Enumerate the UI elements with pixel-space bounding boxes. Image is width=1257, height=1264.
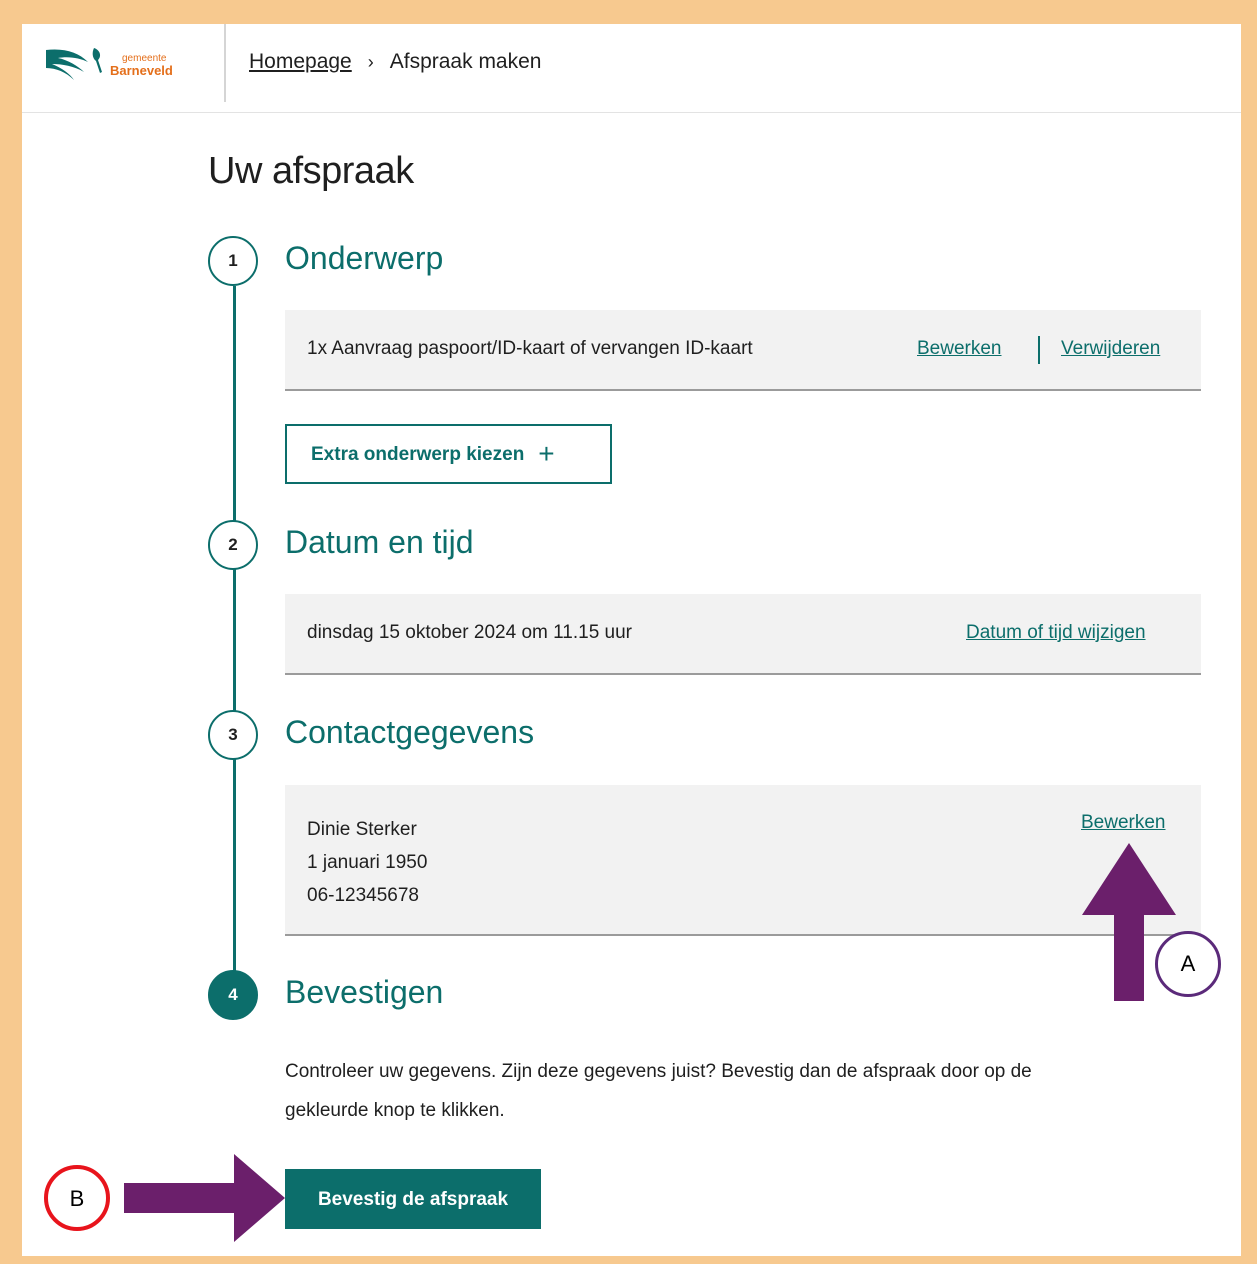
step-2-number: 2 (208, 520, 258, 570)
contact-birthdate: 1 januari 1950 (307, 852, 428, 873)
breadcrumb-home-link[interactable]: Homepage (249, 50, 352, 73)
breadcrumb: Homepage › Afspraak maken (249, 48, 541, 76)
step-3-number: 3 (208, 710, 258, 760)
extra-subject-label: Extra onderwerp kiezen (311, 444, 525, 465)
confirm-appointment-button[interactable]: Bevestig de afspraak (285, 1169, 541, 1229)
edit-subject-link[interactable]: Bewerken (917, 338, 1002, 360)
datetime-value: dinsdag 15 oktober 2024 om 11.15 uur (307, 622, 632, 643)
edit-contact-link[interactable]: Bewerken (1081, 812, 1166, 834)
page-title: Uw afspraak (208, 150, 414, 192)
contact-name: Dinie Sterker (307, 819, 417, 840)
plus-icon: + (538, 438, 555, 469)
annotation-marker-b: B (44, 1165, 110, 1231)
subject-summary-box: 1x Aanvraag paspoort/ID-kaart of vervang… (285, 310, 1201, 391)
contact-details: Dinie Sterker 1 januari 1950 06-12345678 (307, 813, 427, 912)
step-2-heading: Datum en tijd (285, 524, 474, 560)
site-header: gemeente Barneveld Homepage › Afspraak mak… (22, 24, 1241, 113)
barneveld-logo[interactable]: gemeente Barneveld (44, 42, 194, 86)
change-datetime-link[interactable]: Datum of tijd wijzigen (966, 622, 1146, 644)
logo-name-text: Barneveld (110, 63, 173, 78)
remove-subject-link[interactable]: Verwijderen (1061, 338, 1160, 360)
steps-connector-line (233, 286, 236, 976)
step-3-heading: Contactgegevens (285, 714, 535, 750)
breadcrumb-chevron-icon: › (367, 52, 374, 72)
contact-phone: 06-12345678 (307, 885, 419, 906)
step-1-heading: Onderwerp (285, 240, 444, 276)
step-1-number: 1 (208, 236, 258, 286)
step-4-heading: Bevestigen (285, 974, 444, 1010)
datetime-summary-box: dinsdag 15 oktober 2024 om 11.15 uur Dat… (285, 594, 1201, 675)
subject-item-text: 1x Aanvraag paspoort/ID-kaart of vervang… (307, 338, 753, 359)
step-4-number: 4 (208, 970, 258, 1020)
extra-subject-button[interactable]: Extra onderwerp kiezen + (285, 424, 612, 484)
annotation-marker-a: A (1155, 931, 1221, 997)
contact-summary-box: Dinie Sterker 1 januari 1950 06-12345678… (285, 785, 1201, 936)
app-frame: gemeente Barneveld Homepage › Afspraak mak… (22, 24, 1241, 1256)
link-divider (1038, 336, 1040, 364)
bird-logo-icon (46, 48, 102, 80)
arrow-b-icon (124, 1154, 285, 1242)
header-divider (224, 24, 226, 102)
confirm-instruction: Controleer uw gegevens. Zijn deze gegeve… (285, 1061, 1032, 1121)
breadcrumb-current: Afspraak maken (389, 50, 542, 73)
